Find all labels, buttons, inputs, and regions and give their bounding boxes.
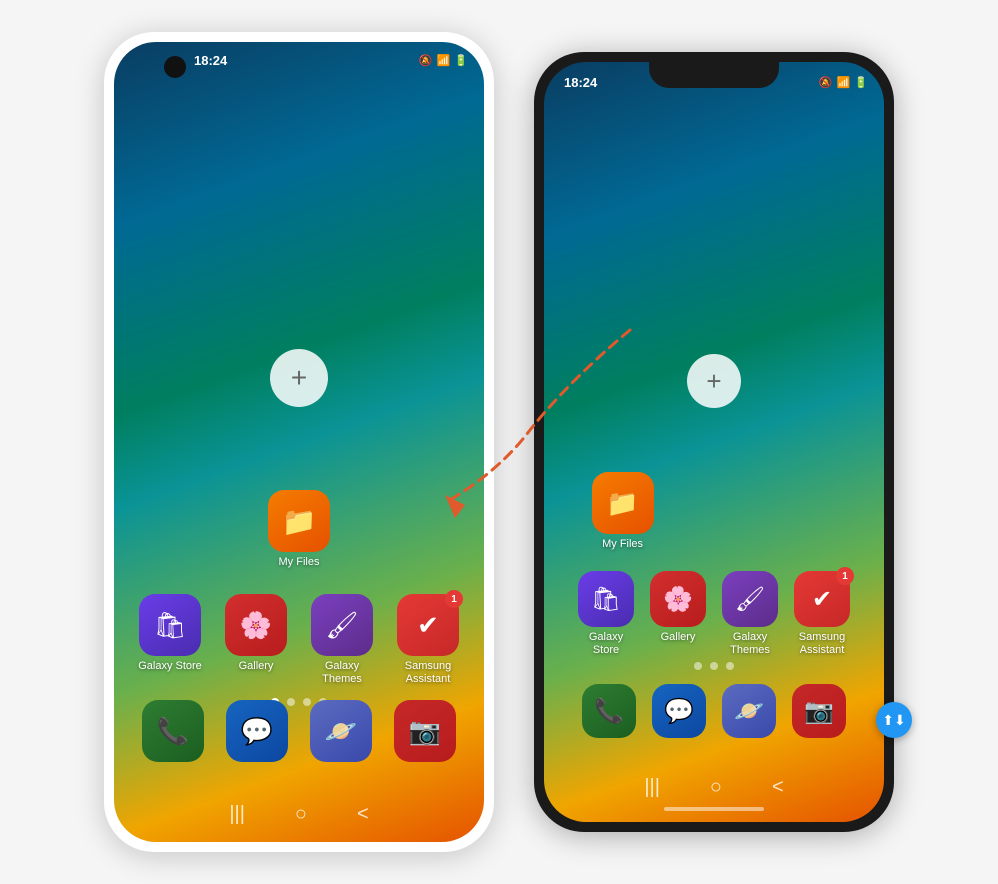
phone2: 18:24 🔕 📶 🔋 + 📁 My Files bbox=[534, 52, 894, 832]
phone2-plus-icon: + bbox=[687, 354, 741, 408]
phone1-signal-icon: 🔕 bbox=[419, 54, 433, 67]
phone2-wrapper: 18:24 🔕 📶 🔋 + 📁 My Files bbox=[534, 52, 894, 832]
halo-app[interactable]: 🪐 bbox=[307, 700, 375, 762]
phone2-messages-app[interactable]: 💬 bbox=[650, 684, 708, 738]
phone2-phone-icon: 📞 bbox=[582, 684, 636, 738]
galaxy-store-label: Galaxy Store bbox=[138, 660, 202, 673]
phone2-notch bbox=[649, 62, 779, 88]
phone1-status-icons: 🔕 📶 🔋 bbox=[419, 54, 468, 67]
phone1-dock: 📞 💬 🪐 📷 bbox=[139, 700, 459, 762]
nav-home-icon[interactable]: ○ bbox=[295, 803, 307, 826]
phone1-wrapper: 18:24 🔕 📶 🔋 + 📁 bbox=[104, 32, 494, 852]
phone2-samsung-assistant-icon: ✔ 1 bbox=[794, 571, 850, 627]
apps-row2: 🛍 Galaxy Store 🌸 Gallery 🖌 bbox=[136, 594, 462, 686]
phone2-gallery-label: Gallery bbox=[661, 631, 696, 644]
punch-hole-camera bbox=[164, 56, 186, 78]
phone2-gallery[interactable]: 🌸 Gallery bbox=[648, 571, 708, 657]
camera-icon: 📷 bbox=[394, 700, 456, 762]
myfiles-row: 📁 My Files bbox=[265, 490, 333, 569]
phone2-samsung-assistant-badge: 1 bbox=[836, 567, 854, 585]
galaxy-store-icon: 🛍 bbox=[139, 594, 201, 656]
phone2-galaxy-store-label: Galaxy Store bbox=[576, 631, 636, 657]
phone2-status-icons: 🔕 📶 🔋 bbox=[819, 76, 868, 89]
phone-app[interactable]: 📞 bbox=[139, 700, 207, 762]
phone2-galaxy-themes-icon: 🖌 bbox=[722, 571, 778, 627]
scroll-up-icon: ⬆⬇ bbox=[882, 712, 905, 729]
phone1-time: 18:24 bbox=[194, 53, 227, 68]
myfiles-label: My Files bbox=[279, 556, 320, 569]
phone2-signal-icon: 🔕 bbox=[819, 76, 833, 89]
phone2-screen[interactable]: 18:24 🔕 📶 🔋 + 📁 My Files bbox=[544, 62, 884, 822]
phone2-myfiles[interactable]: 📁 My Files bbox=[592, 472, 654, 551]
nav-back-icon[interactable]: < bbox=[357, 803, 369, 826]
phone2-nav-menu[interactable]: ||| bbox=[644, 776, 660, 799]
phone2-add-widget[interactable]: + bbox=[687, 354, 741, 408]
gallery-app[interactable]: 🌸 Gallery bbox=[222, 594, 290, 673]
phone1-battery-icon: 🔋 bbox=[454, 54, 468, 67]
phone2-messages-icon: 💬 bbox=[652, 684, 706, 738]
galaxy-themes-icon: 🖌 bbox=[311, 594, 373, 656]
phone2-nav-home[interactable]: ○ bbox=[710, 776, 722, 799]
gallery-icon: 🌸 bbox=[225, 594, 287, 656]
myfiles-app[interactable]: 📁 My Files bbox=[265, 490, 333, 569]
scroll-button[interactable]: ⬆⬇ bbox=[876, 702, 912, 738]
messages-icon: 💬 bbox=[226, 700, 288, 762]
phone2-myfiles-icon: 📁 bbox=[592, 472, 654, 534]
myfiles-icon: 📁 bbox=[268, 490, 330, 552]
phone2-samsung-assistant-label: SamsungAssistant bbox=[799, 631, 845, 657]
phone2-dot-1 bbox=[694, 662, 702, 670]
phone2-halo-app[interactable]: 🪐 bbox=[720, 684, 778, 738]
phone2-wifi-icon: 📶 bbox=[837, 76, 851, 89]
galaxy-themes-app[interactable]: 🖌 GalaxyThemes bbox=[308, 594, 376, 686]
phone2-gallery-icon: 🌸 bbox=[650, 571, 706, 627]
phone1: 18:24 🔕 📶 🔋 + 📁 bbox=[104, 32, 494, 852]
phone2-dot-3 bbox=[726, 662, 734, 670]
phone2-nav-back[interactable]: < bbox=[772, 776, 784, 799]
galaxy-store-app[interactable]: 🛍 Galaxy Store bbox=[136, 594, 204, 673]
phone2-myfiles-label: My Files bbox=[602, 538, 643, 551]
main-container: 18:24 🔕 📶 🔋 + 📁 bbox=[0, 0, 998, 884]
camera-app[interactable]: 📷 bbox=[391, 700, 459, 762]
phone2-galaxy-store[interactable]: 🛍 Galaxy Store bbox=[576, 571, 636, 657]
phone1-screen[interactable]: 18:24 🔕 📶 🔋 + 📁 bbox=[114, 42, 484, 842]
phone-icon: 📞 bbox=[142, 700, 204, 762]
phone2-galaxy-themes-label: GalaxyThemes bbox=[730, 631, 770, 657]
phone1-wifi-icon: 📶 bbox=[437, 54, 451, 67]
phone2-galaxy-store-icon: 🛍 bbox=[578, 571, 634, 627]
halo-icon: 🪐 bbox=[310, 700, 372, 762]
home-indicator bbox=[664, 807, 764, 811]
phone2-phone-app[interactable]: 📞 bbox=[580, 684, 638, 738]
phone2-camera-icon: 📷 bbox=[792, 684, 846, 738]
phone2-halo-icon: 🪐 bbox=[722, 684, 776, 738]
phone2-camera-app[interactable]: 📷 bbox=[790, 684, 848, 738]
phone2-dock: 📞 💬 🪐 📷 bbox=[580, 684, 848, 738]
phone2-dots bbox=[694, 662, 734, 670]
phone2-dot-2 bbox=[710, 662, 718, 670]
add-widget-button[interactable]: + bbox=[270, 349, 328, 407]
plus-circle-icon: + bbox=[270, 349, 328, 407]
phone2-galaxy-themes[interactable]: 🖌 GalaxyThemes bbox=[720, 571, 780, 657]
galaxy-themes-label: GalaxyThemes bbox=[322, 660, 362, 686]
samsung-assistant-app[interactable]: ✔ 1 SamsungAssistant bbox=[394, 594, 462, 686]
samsung-assistant-badge: 1 bbox=[445, 590, 463, 608]
phone2-samsung-assistant[interactable]: ✔ 1 SamsungAssistant bbox=[792, 571, 852, 657]
nav-menu-icon[interactable]: ||| bbox=[229, 803, 245, 826]
samsung-assistant-label: SamsungAssistant bbox=[405, 660, 451, 686]
samsung-assistant-icon: ✔ 1 bbox=[397, 594, 459, 656]
gallery-label: Gallery bbox=[239, 660, 274, 673]
phone2-battery-icon: 🔋 bbox=[854, 76, 868, 89]
phone2-nav-bar: ||| ○ < bbox=[644, 776, 783, 799]
phone2-apps-row: 🛍 Galaxy Store 🌸 Gallery 🖌 bbox=[576, 571, 852, 657]
phone2-time: 18:24 bbox=[564, 75, 597, 90]
phone1-nav-bar: ||| ○ < bbox=[229, 803, 368, 826]
messages-app[interactable]: 💬 bbox=[223, 700, 291, 762]
